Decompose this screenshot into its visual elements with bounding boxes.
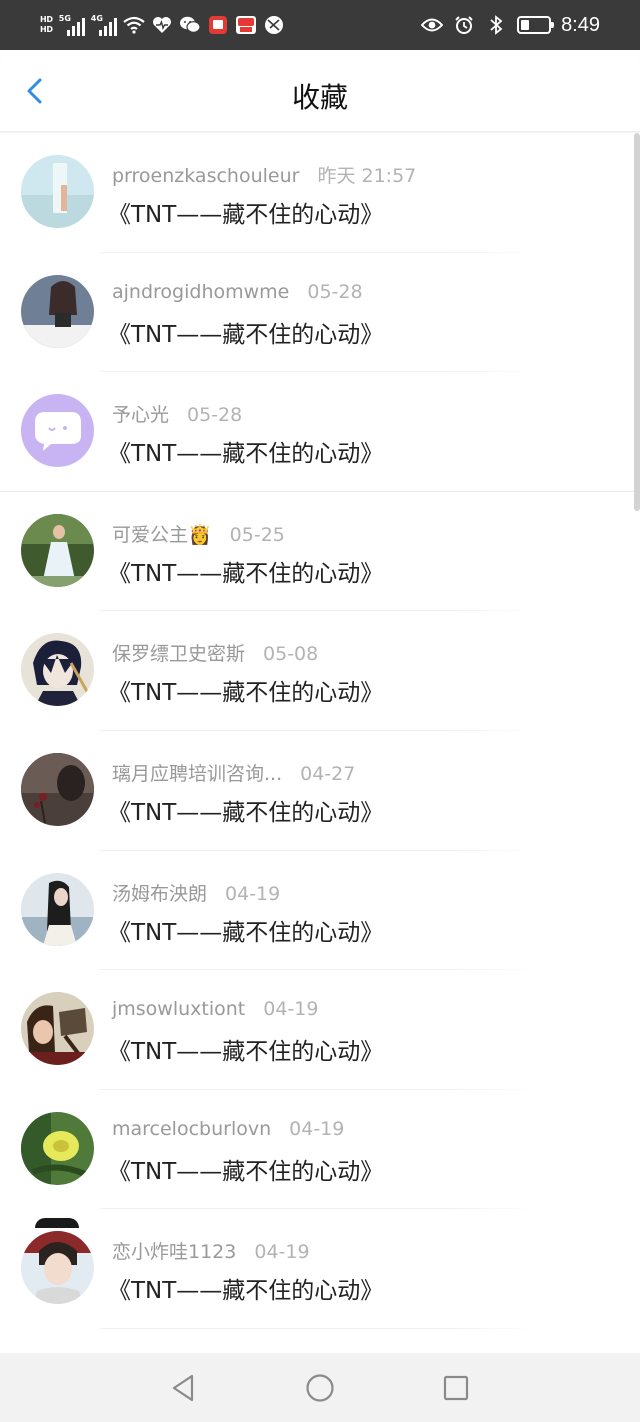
- item-title[interactable]: 《TNT——藏不住的心动》: [108, 913, 383, 947]
- timestamp: 04-27: [300, 762, 356, 785]
- item-meta: 可爱公主👸 05-25: [112, 520, 285, 547]
- nav-home-button[interactable]: [305, 1373, 335, 1403]
- network-type-1: 5G: [58, 14, 71, 23]
- battery-icon: [517, 16, 555, 34]
- username[interactable]: 可爱公主👸: [112, 520, 212, 547]
- ball-app-icon: [263, 14, 285, 36]
- item-meta: 予心光 05-28: [112, 400, 242, 427]
- item-title[interactable]: 《TNT——藏不住的心动》: [108, 1032, 383, 1066]
- item-meta: 璃月应聘培训咨询... 04-27: [112, 759, 355, 786]
- timestamp: 04-19: [254, 1241, 310, 1264]
- bluetooth-icon: [485, 14, 507, 36]
- signal-4g-icon: 4G: [91, 14, 117, 36]
- partial-avatar: [35, 1218, 79, 1228]
- avatar[interactable]: [21, 872, 94, 946]
- avatar[interactable]: [21, 1231, 94, 1305]
- username[interactable]: 予心光: [112, 400, 169, 427]
- wifi-icon: [123, 14, 145, 36]
- item-title[interactable]: 《TNT——藏不住的心动》: [108, 315, 383, 349]
- triangle-back-icon: [172, 1374, 194, 1402]
- favorite-item[interactable]: marcelocburlovn 04-19 《TNT——藏不住的心动》: [0, 1090, 640, 1210]
- item-meta: marcelocburlovn 04-19: [112, 1118, 344, 1140]
- username[interactable]: ajndrogidhomwme: [112, 281, 289, 303]
- avatar[interactable]: [21, 992, 94, 1066]
- favorite-item[interactable]: 保罗缥卫史密斯 05-08 《TNT——藏不住的心动》: [0, 611, 640, 731]
- favorite-item[interactable]: 汤姆布泱朗 04-19 《TNT——藏不住的心动》: [0, 851, 640, 971]
- avatar[interactable]: [21, 752, 94, 826]
- system-nav-bar: [0, 1353, 640, 1422]
- red-app-icon: [207, 14, 229, 36]
- timestamp: 04-19: [289, 1117, 345, 1140]
- page-title: 收藏: [291, 81, 348, 114]
- status-time: 8:49: [561, 13, 600, 36]
- username[interactable]: prroenzkaschouleur: [112, 165, 299, 187]
- item-title[interactable]: 《TNT——藏不住的心动》: [108, 554, 383, 588]
- item-title[interactable]: 《TNT——藏不住的心动》: [108, 195, 383, 229]
- status-bar: HD HD 5G 4G 8:49: [0, 0, 640, 50]
- timestamp: 04-19: [225, 882, 281, 905]
- username[interactable]: 汤姆布泱朗: [112, 879, 207, 906]
- item-meta: prroenzkaschouleur 昨天 21:57: [112, 161, 416, 188]
- username[interactable]: 恋小炸哇1123: [112, 1237, 236, 1264]
- username[interactable]: jmsowluxtiont: [112, 998, 245, 1020]
- nav-recents-button[interactable]: [441, 1373, 471, 1403]
- nav-back-button[interactable]: [168, 1373, 198, 1403]
- scrollbar[interactable]: [634, 133, 640, 511]
- username[interactable]: marcelocburlovn: [112, 1118, 271, 1140]
- favorite-item[interactable]: ajndrogidhomwme 05-28 《TNT——藏不住的心动》: [0, 253, 640, 373]
- timestamp: 05-08: [263, 643, 319, 666]
- avatar[interactable]: [21, 513, 94, 587]
- favorites-list[interactable]: prroenzkaschouleur 昨天 21:57 《TNT——藏不住的心动》 a…: [0, 133, 640, 1353]
- username[interactable]: 保罗缥卫史密斯: [112, 639, 245, 666]
- timestamp: 04-19: [263, 998, 319, 1021]
- item-meta: ajndrogidhomwme 05-28: [112, 281, 363, 303]
- item-title[interactable]: 《TNT——藏不住的心动》: [108, 434, 383, 468]
- divider: [100, 1327, 540, 1329]
- username[interactable]: 璃月应聘培训咨询...: [112, 759, 282, 786]
- sale-618-icon: [235, 14, 257, 36]
- item-meta: 汤姆布泱朗 04-19: [112, 879, 280, 906]
- item-title[interactable]: 《TNT——藏不住的心动》: [108, 1271, 383, 1305]
- timestamp: 05-28: [307, 280, 363, 303]
- favorite-item[interactable]: 予心光 05-28 《TNT——藏不住的心动》: [0, 372, 640, 492]
- signal-5g-icon: 5G: [59, 14, 85, 36]
- hd-indicator: HD HD: [40, 15, 53, 35]
- timestamp: 昨天 21:57: [317, 165, 417, 187]
- avatar[interactable]: [21, 1111, 94, 1185]
- wechat-icon: [179, 14, 201, 36]
- alarm-icon: [453, 14, 475, 36]
- app-header: 收藏: [0, 50, 640, 132]
- status-right: 8:49: [421, 0, 600, 50]
- item-title[interactable]: 《TNT——藏不住的心动》: [108, 793, 383, 827]
- favorite-item[interactable]: prroenzkaschouleur 昨天 21:57 《TNT——藏不住的心动》: [0, 133, 640, 253]
- square-recents-icon: [443, 1375, 469, 1401]
- eye-icon: [421, 14, 444, 36]
- timestamp: 05-25: [229, 523, 285, 546]
- timestamp: 05-28: [187, 404, 243, 427]
- circle-home-icon: [306, 1374, 334, 1402]
- favorite-item[interactable]: 可爱公主👸 05-25 《TNT——藏不住的心动》: [0, 492, 640, 612]
- hd-label-2: HD: [40, 25, 53, 34]
- avatar[interactable]: [21, 394, 94, 468]
- network-type-2: 4G: [90, 14, 103, 23]
- health-heart-icon: [151, 14, 173, 36]
- item-title[interactable]: 《TNT——藏不住的心动》: [108, 1152, 383, 1186]
- favorite-item[interactable]: 璃月应聘培训咨询... 04-27 《TNT——藏不住的心动》: [0, 731, 640, 851]
- item-title[interactable]: 《TNT——藏不住的心动》: [108, 673, 383, 707]
- favorite-item[interactable]: 恋小炸哇1123 04-19 《TNT——藏不住的心动》: [0, 1209, 640, 1329]
- item-meta: jmsowluxtiont 04-19: [112, 998, 318, 1020]
- avatar[interactable]: [21, 633, 94, 707]
- avatar[interactable]: [21, 274, 94, 348]
- item-meta: 保罗缥卫史密斯 05-08: [112, 639, 318, 666]
- favorite-item[interactable]: jmsowluxtiont 04-19 《TNT——藏不住的心动》: [0, 970, 640, 1090]
- battery-level-fill: [521, 20, 529, 30]
- status-left: HD HD 5G 4G: [40, 0, 285, 50]
- hd-label-1: HD: [40, 15, 53, 24]
- item-meta: 恋小炸哇1123 04-19: [112, 1237, 310, 1264]
- avatar[interactable]: [21, 155, 94, 228]
